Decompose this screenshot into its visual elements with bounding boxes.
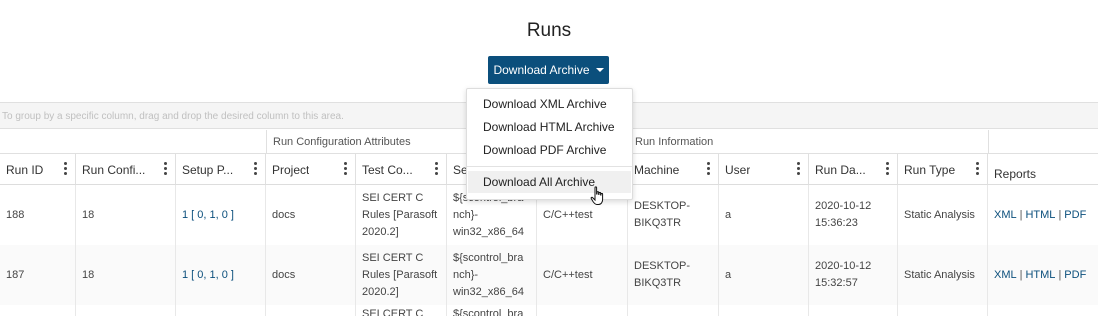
table-row[interactable]: SEI CERT C ${scontrol_bra xyxy=(0,305,1098,316)
cell-machine: DESKTOP-BIKQ3TR xyxy=(628,245,719,305)
hand-cursor-icon xyxy=(590,186,604,205)
report-html-link[interactable]: HTML xyxy=(1025,207,1055,224)
column-header-test-config[interactable]: Test Co... xyxy=(356,154,447,185)
cell-tool: C/C++test xyxy=(537,245,628,305)
column-label: Run Type xyxy=(904,163,956,177)
cell-reports xyxy=(988,305,1098,316)
column-header-run-date[interactable]: Run Da... xyxy=(809,154,898,185)
cell-project xyxy=(266,305,356,316)
column-menu-icon[interactable] xyxy=(886,162,889,176)
cell-run-config: 18 xyxy=(76,185,176,245)
cell-setup-link[interactable]: 1 [ 0, 1, 0 ] xyxy=(176,245,266,305)
column-header-run-id[interactable]: Run ID xyxy=(0,154,76,185)
column-label: Test Co... xyxy=(362,163,413,177)
cell-run-id xyxy=(0,305,76,316)
cell-session: ${scontrol_bra nch}-win32_x86_64 xyxy=(447,245,537,305)
column-menu-icon[interactable] xyxy=(435,162,438,176)
cell-run-date: 2020-10-12 15:36:23 xyxy=(809,185,898,245)
menu-item-pdf-archive[interactable]: Download PDF Archive xyxy=(468,139,631,161)
cell-reports: XML | HTML | PDF xyxy=(988,185,1098,245)
cell-machine xyxy=(628,305,719,316)
cell-session: ${scontrol_bra xyxy=(447,305,537,316)
cell-tool xyxy=(537,305,628,316)
menu-divider xyxy=(467,166,632,167)
cell-run-type: Static Analysis xyxy=(898,245,988,305)
cell-test-config: SEI CERT C xyxy=(356,305,447,316)
column-header-project[interactable]: Project xyxy=(266,154,356,185)
column-menu-icon[interactable] xyxy=(254,162,257,176)
column-header-run-type[interactable]: Run Type xyxy=(898,154,988,185)
cell-run-id: 187 xyxy=(0,245,76,305)
caret-down-icon xyxy=(595,68,604,72)
cell-test-config: SEI CERT C Rules [Parasoft 2020.2] xyxy=(356,245,447,305)
cell-run-date: 2020-10-12 15:32:57 xyxy=(809,245,898,305)
cell-user: a xyxy=(719,185,809,245)
column-menu-icon[interactable] xyxy=(976,162,979,176)
table-row[interactable]: 187 18 1 [ 0, 1, 0 ] docs SEI CERT C Rul… xyxy=(0,245,1098,305)
cell-reports: XML | HTML | PDF xyxy=(988,245,1098,305)
cell-setup-link[interactable]: 1 [ 0, 1, 0 ] xyxy=(176,185,266,245)
cell-user: a xyxy=(719,245,809,305)
report-xml-link[interactable]: XML xyxy=(994,267,1017,284)
menu-item-xml-archive[interactable]: Download XML Archive xyxy=(468,93,631,115)
cell-machine: DESKTOP-BIKQ3TR xyxy=(628,185,719,245)
column-label: Run Da... xyxy=(815,163,866,177)
cell-run-type xyxy=(898,305,988,316)
column-menu-icon[interactable] xyxy=(64,162,67,176)
cell-project: docs xyxy=(266,245,356,305)
menu-item-html-archive[interactable]: Download HTML Archive xyxy=(468,116,631,138)
download-archive-button[interactable]: Download Archive xyxy=(488,56,609,84)
group-header-reports-blank xyxy=(988,130,1098,154)
column-menu-icon[interactable] xyxy=(344,162,347,176)
cell-user xyxy=(719,305,809,316)
cell-run-date xyxy=(809,305,898,316)
report-xml-link[interactable]: XML xyxy=(994,207,1017,224)
column-label: User xyxy=(725,163,751,177)
column-label: Run Confi... xyxy=(82,163,146,177)
report-html-link[interactable]: HTML xyxy=(1025,267,1055,284)
cell-run-config xyxy=(76,305,176,316)
menu-item-all-archive[interactable]: Download All Archive xyxy=(468,171,631,193)
report-pdf-link[interactable]: PDF xyxy=(1064,207,1086,224)
download-archive-label: Download Archive xyxy=(493,63,590,77)
column-label: Machine xyxy=(634,163,680,177)
column-label: Project xyxy=(272,163,310,177)
download-archive-menu: Download XML Archive Download HTML Archi… xyxy=(466,88,633,200)
column-label: Run ID xyxy=(6,163,44,177)
page-title: Runs xyxy=(526,20,572,41)
cell-run-config: 18 xyxy=(76,245,176,305)
column-menu-icon[interactable] xyxy=(797,162,800,176)
report-pdf-link[interactable]: PDF xyxy=(1064,267,1086,284)
cell-project: docs xyxy=(266,185,356,245)
column-header-setup[interactable]: Setup P... xyxy=(176,154,266,185)
column-label: Setup P... xyxy=(182,163,234,177)
cell-run-type: Static Analysis xyxy=(898,185,988,245)
column-header-machine[interactable]: Machine xyxy=(628,154,719,185)
column-label: Reports xyxy=(994,167,1037,181)
column-header-reports: Reports xyxy=(988,154,1098,185)
cell-test-config: SEI CERT C Rules [Parasoft 2020.2] xyxy=(356,185,447,245)
group-header-run-info: Run Information xyxy=(628,130,988,154)
group-header-blank xyxy=(0,130,266,154)
column-header-user[interactable]: User xyxy=(719,154,809,185)
cell-setup-link xyxy=(176,305,266,316)
cell-run-id: 188 xyxy=(0,185,76,245)
column-menu-icon[interactable] xyxy=(164,162,167,176)
column-menu-icon[interactable] xyxy=(707,162,710,176)
column-header-run-config[interactable]: Run Confi... xyxy=(76,154,176,185)
